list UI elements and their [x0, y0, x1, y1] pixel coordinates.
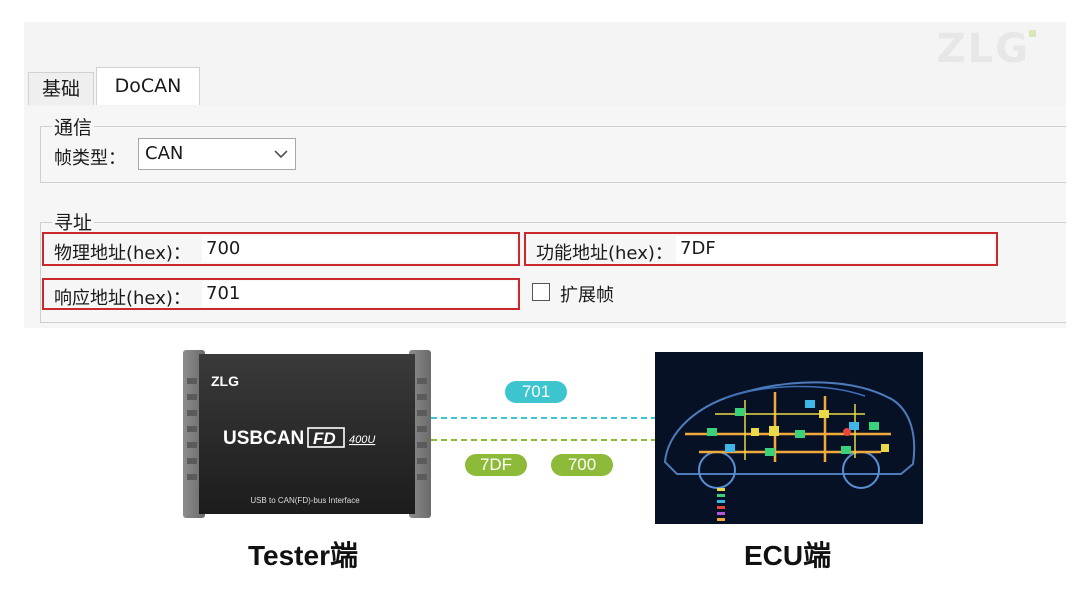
physical-id-pill: 700 [551, 454, 613, 476]
response-id-pill: 701 [505, 381, 567, 403]
tester-caption: Tester端 [248, 540, 358, 571]
ecu-car-network-image [655, 352, 923, 524]
functional-id-pill: 7DF [465, 454, 527, 476]
ecu-caption: ECU端 [744, 540, 832, 571]
